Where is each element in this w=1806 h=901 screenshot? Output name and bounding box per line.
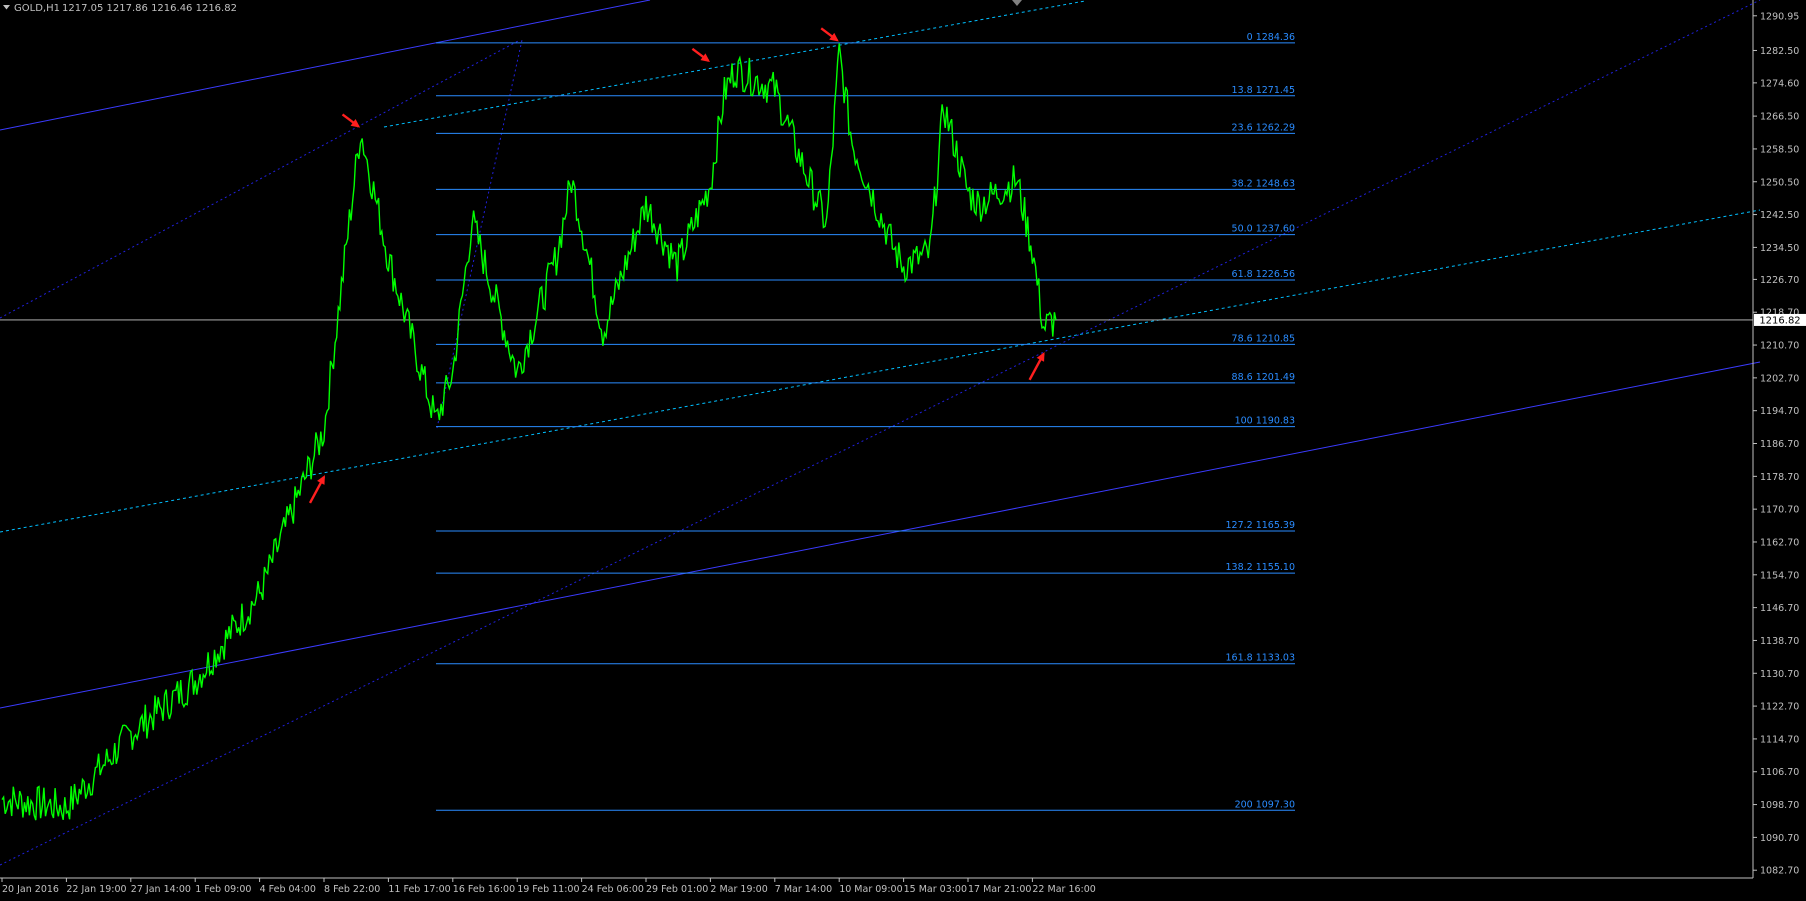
y-tick-label: 1242.50	[1760, 210, 1799, 221]
y-tick-label: 1130.70	[1760, 669, 1799, 680]
fib-level-label: 50.0 1237.60	[1232, 224, 1295, 235]
price-chart[interactable]: 0 1284.36 13.8 1271.45 23.6 1262.29 38.2 12…	[0, 0, 1806, 897]
x-tick-label: 29 Feb 01:00	[646, 884, 708, 895]
x-tick-label: 15 Mar 03:00	[904, 884, 967, 895]
ohlc-values: 1217.05 1217.86 1216.46 1216.82	[62, 3, 237, 14]
symbol-label: GOLD,H1	[14, 3, 60, 14]
x-tick-label: 17 Mar 21:00	[968, 884, 1031, 895]
y-tick-label: 1154.70	[1760, 570, 1799, 581]
fib-level-label: 88.6 1201.49	[1232, 372, 1295, 383]
x-tick-label: 10 Mar 09:00	[839, 884, 902, 895]
y-tick-label: 1266.50	[1760, 112, 1799, 123]
y-tick-label: 1250.50	[1760, 177, 1799, 188]
y-tick-label: 1274.60	[1760, 78, 1799, 89]
y-tick-label: 1122.70	[1760, 702, 1799, 713]
fib-level-label: 200 1097.30	[1235, 799, 1295, 810]
x-tick-label: 27 Jan 14:00	[131, 884, 191, 895]
x-tick-label: 2 Mar 19:00	[710, 884, 767, 895]
y-tick-label: 1098.70	[1760, 800, 1799, 811]
x-tick-label: 7 Mar 14:00	[775, 884, 832, 895]
chart-root: 0 1284.36 13.8 1271.45 23.6 1262.29 38.2 12…	[0, 0, 1806, 897]
y-tick-label: 1202.70	[1760, 373, 1799, 384]
y-tick-label: 1170.70	[1760, 505, 1799, 516]
y-tick-label: 1258.50	[1760, 144, 1799, 155]
fib-level-label: 78.6 1210.85	[1232, 333, 1295, 344]
y-tick-label: 1210.70	[1760, 341, 1799, 352]
current-price-tag: 1216.82	[1754, 313, 1806, 326]
y-tick-label: 1162.70	[1760, 537, 1799, 548]
y-tick-label: 1226.70	[1760, 275, 1799, 286]
fib-level-label: 0 1284.36	[1247, 32, 1295, 43]
x-tick-label: 8 Feb 22:00	[324, 884, 380, 895]
fib-level-label: 127.2 1165.39	[1225, 520, 1295, 531]
x-tick-label: 19 Feb 11:00	[517, 884, 579, 895]
fib-level-label: 23.6 1262.29	[1232, 122, 1295, 133]
y-tick-label: 1146.70	[1760, 603, 1799, 614]
chart-header: GOLD,H1 1217.05 1217.86 1216.46 1216.82	[3, 3, 237, 14]
fib-level-label: 13.8 1271.45	[1232, 85, 1295, 96]
y-tick-label: 1090.70	[1760, 833, 1799, 844]
x-tick-label: 24 Feb 06:00	[582, 884, 644, 895]
x-tick-label: 11 Feb 17:00	[388, 884, 450, 895]
y-tick-label: 1186.70	[1760, 439, 1799, 450]
x-tick-label: 4 Feb 04:00	[260, 884, 316, 895]
y-tick-label: 1114.70	[1760, 734, 1799, 745]
x-tick-label: 22 Mar 16:00	[1032, 884, 1095, 895]
fib-level-label: 100 1190.83	[1235, 416, 1295, 427]
x-tick-label: 20 Jan 2016	[2, 884, 59, 895]
y-tick-label: 1234.50	[1760, 243, 1799, 254]
fib-level-label: 138.2 1155.10	[1225, 562, 1295, 573]
y-tick-label: 1138.70	[1760, 636, 1799, 647]
y-tick-label: 1178.70	[1760, 472, 1799, 483]
fib-level-label: 61.8 1226.56	[1232, 269, 1295, 280]
current-price-label: 1216.82	[1759, 315, 1800, 326]
x-tick-label: 1 Feb 09:00	[195, 884, 251, 895]
x-tick-label: 22 Jan 19:00	[66, 884, 126, 895]
chart-background	[0, 0, 1806, 897]
y-tick-label: 1290.95	[1760, 11, 1799, 22]
fib-level-label: 161.8 1133.03	[1225, 653, 1295, 664]
y-tick-label: 1194.70	[1760, 406, 1799, 417]
fib-level-label: 38.2 1248.63	[1232, 178, 1295, 189]
y-tick-label: 1106.70	[1760, 767, 1799, 778]
y-tick-label: 1282.50	[1760, 46, 1799, 57]
y-tick-label: 1082.70	[1760, 866, 1799, 877]
x-tick-label: 16 Feb 16:00	[453, 884, 515, 895]
